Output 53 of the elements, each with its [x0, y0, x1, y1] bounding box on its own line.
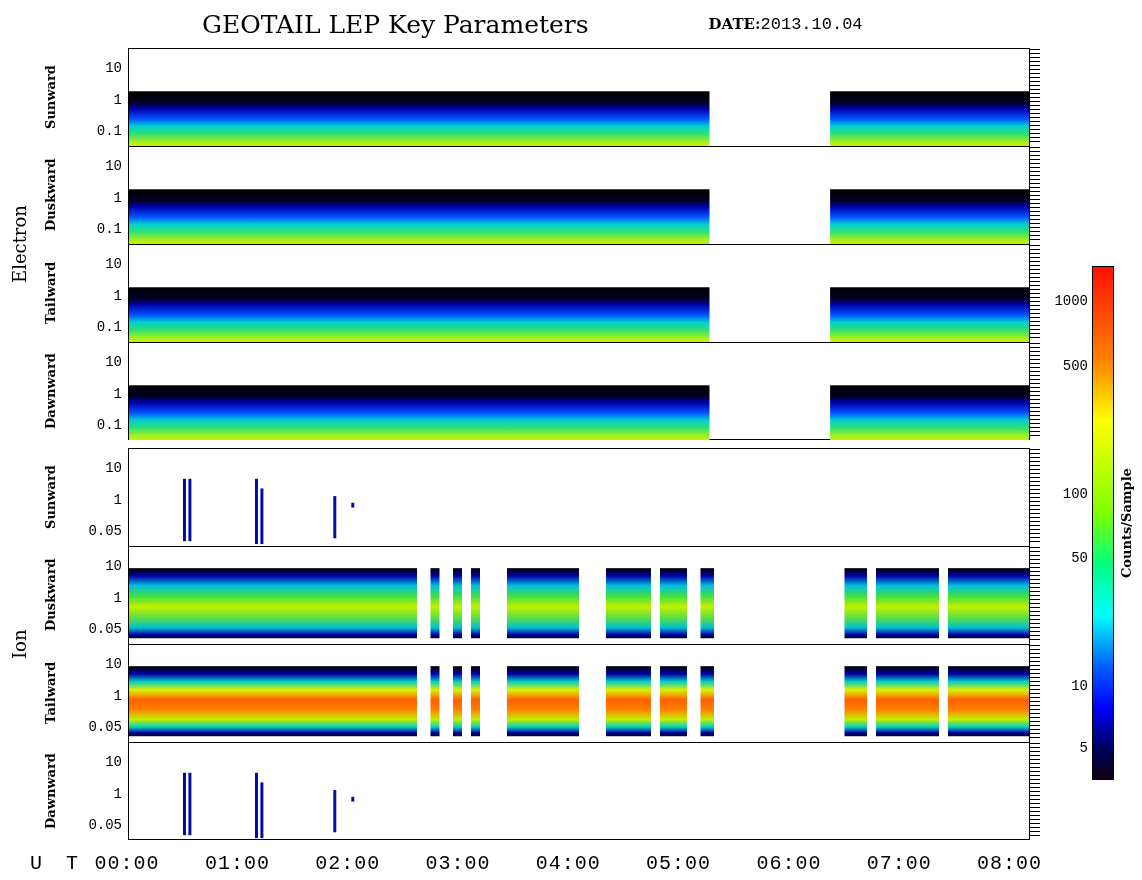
panel-label: Tailward	[41, 260, 59, 327]
date-label: DATE:2013.10.04	[708, 14, 863, 34]
group-label: Electron	[7, 204, 31, 285]
y-tick-label: 0.1	[96, 417, 122, 433]
y-tick-label: 0.1	[96, 319, 122, 335]
x-axis-label: U T	[29, 852, 85, 875]
x-tick-label: 02:00	[315, 852, 381, 875]
colorbar-tick-label: 50	[1071, 550, 1088, 566]
colorbar-tick-label: 5	[1079, 740, 1088, 756]
y-tick-label: 1	[113, 590, 122, 606]
colorbar-label: Counts/Sample	[1117, 467, 1135, 580]
colorbar-tick-label: 10	[1071, 678, 1088, 694]
y-tick-label: 1	[113, 688, 122, 704]
colorbar-tick-label: 500	[1062, 358, 1088, 374]
y-tick-label: 0.05	[88, 817, 122, 833]
panel-label: Dawnward	[41, 752, 59, 831]
x-tick-label: 01:00	[204, 852, 270, 875]
x-tick-label: 04:00	[535, 852, 601, 875]
y-tick-label: 1	[113, 492, 122, 508]
y-tick-label: 1	[113, 386, 122, 402]
y-tick-label: 1	[113, 92, 122, 108]
x-tick-label: 00:00	[94, 852, 160, 875]
y-tick-label: 10	[105, 460, 122, 476]
y-tick-label: 10	[105, 60, 122, 76]
x-tick-label: 07:00	[866, 852, 932, 875]
y-tick-label: 10	[105, 558, 122, 574]
y-tick-label: 1	[113, 786, 122, 802]
panel-label: Dawnward	[41, 352, 59, 431]
panel-label: Duskward	[41, 157, 59, 234]
y-tick-label: 0.05	[88, 621, 122, 637]
panel-label: Duskward	[41, 557, 59, 634]
y-tick-label: 10	[105, 754, 122, 770]
chart-title: GEOTAIL LEP Key Parameters	[202, 9, 589, 39]
group-label: Ion	[7, 628, 31, 661]
panel-label: Sunward	[41, 64, 59, 131]
x-tick-label: 05:00	[646, 852, 712, 875]
y-tick-label: 0.1	[96, 221, 122, 237]
y-tick-label: 10	[105, 656, 122, 672]
x-tick-label: 08:00	[977, 852, 1042, 875]
y-tick-label: 10	[105, 158, 122, 174]
panel-label: Sunward	[41, 464, 59, 531]
x-tick-label: 03:00	[425, 852, 491, 875]
colorbar-tick-label: 100	[1062, 486, 1088, 502]
x-tick-label: 06:00	[756, 852, 822, 875]
colorbar-tick-label: 1000	[1054, 293, 1088, 309]
y-tick-label: 10	[105, 256, 122, 272]
y-tick-label: 1	[113, 190, 122, 206]
panel-label: Tailward	[41, 660, 59, 727]
y-tick-label: 0.05	[88, 719, 122, 735]
y-tick-label: 1	[113, 288, 122, 304]
y-tick-label: 0.05	[88, 523, 122, 539]
y-tick-label: 10	[105, 354, 122, 370]
y-tick-label: 0.1	[96, 123, 122, 139]
